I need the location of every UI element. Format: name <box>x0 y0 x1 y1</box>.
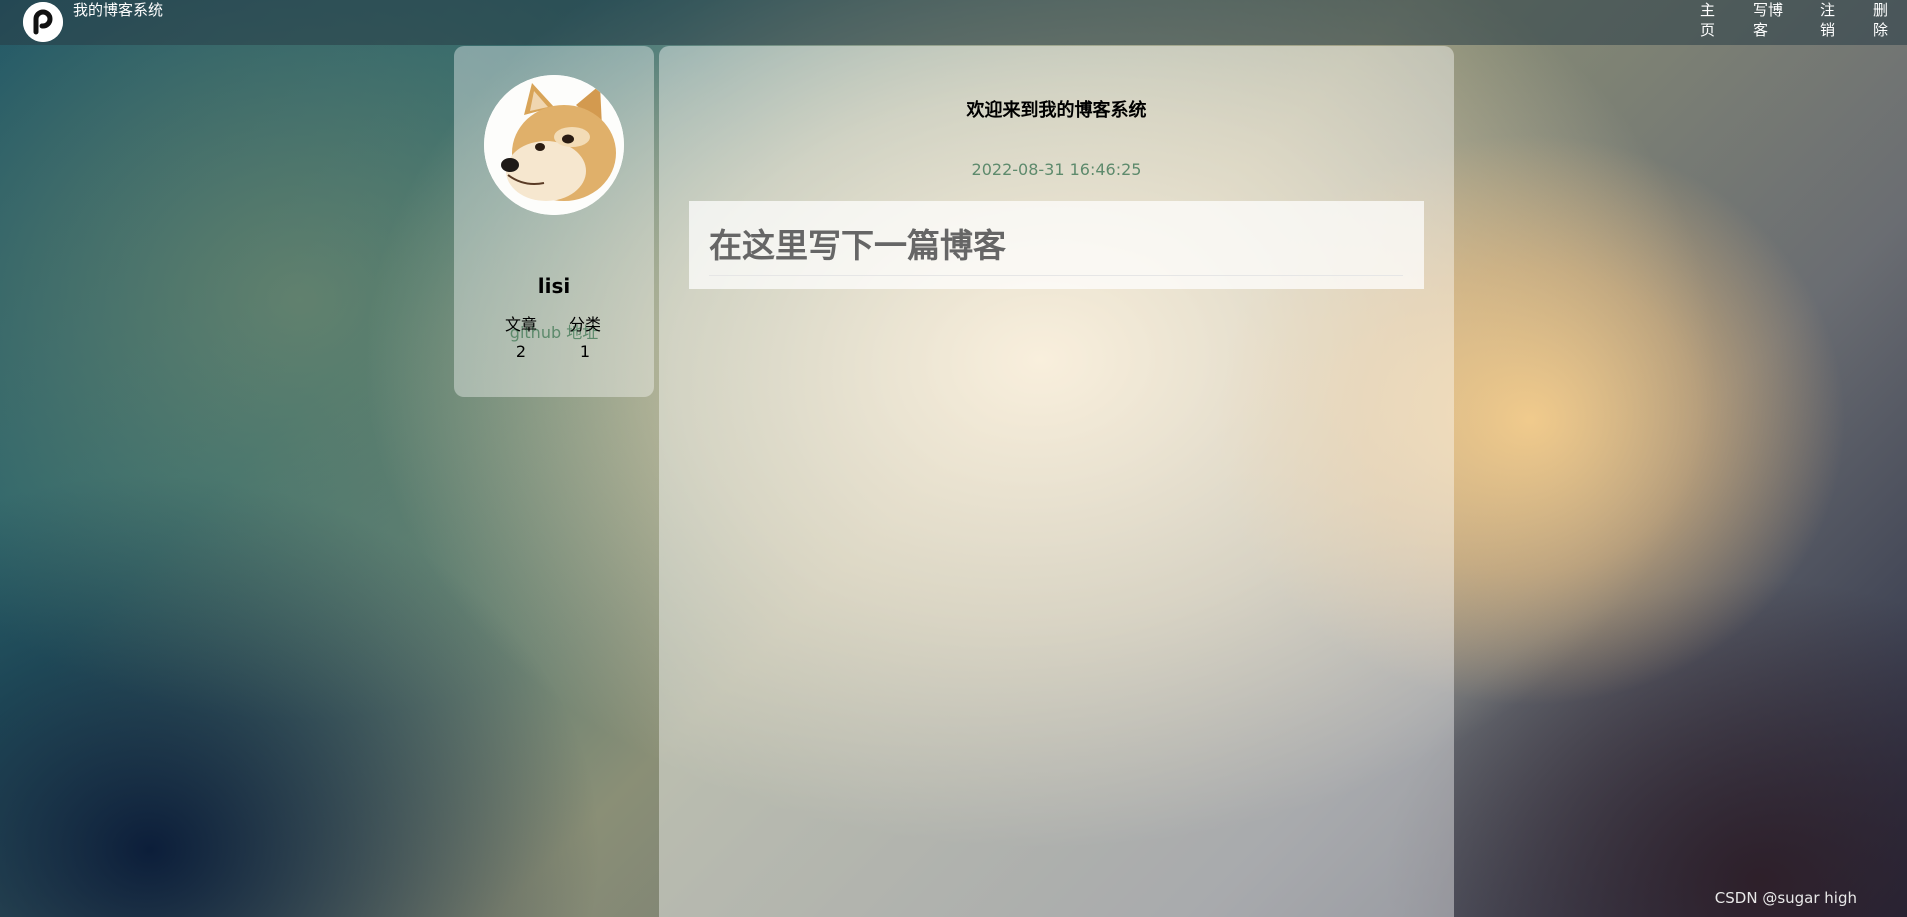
nav-link-delete[interactable]: 删除 <box>1873 0 1891 40</box>
blog-date: 2022-08-31 16:46:25 <box>971 160 1142 179</box>
stat-articles-label: 文章 <box>504 315 537 334</box>
stat-categories-label: 分类 <box>568 315 601 334</box>
blog-content-panel: 欢迎来到我的博客系统 2022-08-31 16:46:25 在这里写下一篇博客 <box>659 46 1454 917</box>
github-link[interactable]: github 地址 <box>454 319 654 343</box>
nav-link-home[interactable]: 主页 <box>1700 0 1718 40</box>
site-title: 我的博客系统 <box>73 1 164 19</box>
blog-heading: 在这里写下一篇博客 <box>709 219 1403 276</box>
top-nav: 我的博客系统 主页 写博客 注销 删除 <box>0 0 1907 45</box>
nav-link-write-blog[interactable]: 写博客 <box>1753 0 1789 40</box>
blog-body[interactable]: 在这里写下一篇博客 <box>689 201 1424 289</box>
blog-title: 欢迎来到我的博客系统 <box>966 100 1147 121</box>
stat-articles-count: 2 <box>515 342 527 361</box>
stat-categories-count: 1 <box>579 342 591 361</box>
watermark: CSDN @sugar high <box>1714 889 1857 907</box>
profile-card: lisi github 地址 文章 分类 2 1 <box>454 46 654 397</box>
logo-icon <box>23 2 63 42</box>
avatar <box>484 75 624 215</box>
profile-username: lisi <box>537 274 571 298</box>
nav-link-logout[interactable]: 注销 <box>1820 0 1838 40</box>
